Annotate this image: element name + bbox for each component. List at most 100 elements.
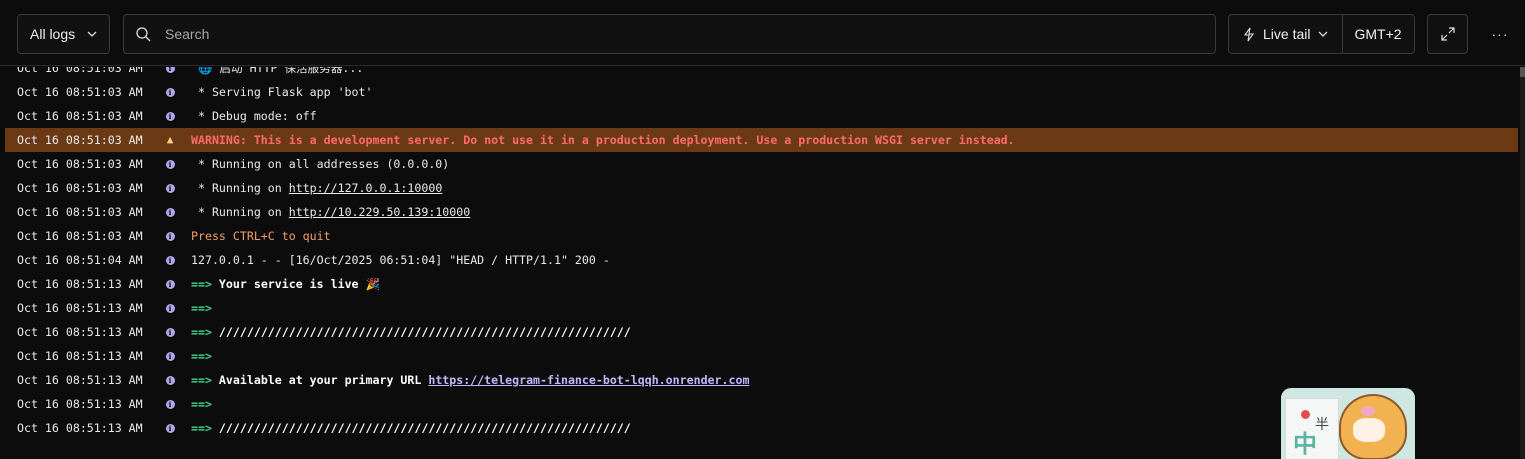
log-timestamp: Oct 16 08:51:13 AM <box>17 325 143 339</box>
log-row[interactable]: Oct 16 08:51:13 AM i ==> /////////////////… <box>5 320 1518 344</box>
info-icon: i <box>164 86 176 98</box>
live-tail-label: Live tail <box>1263 26 1311 42</box>
log-timestamp: Oct 16 08:51:03 AM <box>17 85 143 99</box>
log-row[interactable]: Oct 16 08:51:03 AM i * Running on http://… <box>5 176 1518 200</box>
log-bold-text: ////////////////////////////////////////… <box>211 325 631 339</box>
log-arrow: ==> <box>191 277 212 291</box>
log-row[interactable]: Oct 16 08:51:13 AM i ==> <box>5 296 1518 320</box>
info-icon: i <box>164 254 176 266</box>
log-link[interactable]: http://127.0.0.1:10000 <box>289 181 443 195</box>
live-tail-button[interactable]: Live tail <box>1229 15 1344 53</box>
info-icon: i <box>164 278 176 290</box>
info-dot-glyph: i <box>165 279 175 289</box>
log-toolbar: All logs Live tail GMT+2 ··· <box>0 0 1525 66</box>
log-row[interactable]: Oct 16 08:51:03 AM i Press CTRL+C to quit <box>5 224 1518 248</box>
log-timestamp: Oct 16 08:51:03 AM <box>17 109 143 123</box>
log-message: * Running on http://127.0.0.1:10000 <box>191 181 443 195</box>
log-arrow: ==> <box>191 349 212 363</box>
log-message: * Running on all addresses (0.0.0.0) <box>191 157 450 171</box>
warning-icon: ▲ <box>164 134 176 146</box>
log-arrow: ==> <box>191 373 212 387</box>
log-timestamp: Oct 16 08:51:13 AM <box>17 301 143 315</box>
search-icon <box>136 26 151 41</box>
log-row[interactable]: Oct 16 08:51:03 AM i * Debug mode: off <box>5 104 1518 128</box>
sticker-small-text: 半 <box>1315 417 1329 433</box>
log-row[interactable]: Oct 16 08:51:13 AM i ==> Your service is l… <box>5 272 1518 296</box>
log-timestamp: Oct 16 08:51:03 AM <box>17 157 143 171</box>
log-row[interactable]: Oct 16 08:51:13 AM i ==> <box>5 344 1518 368</box>
log-timestamp: Oct 16 08:51:03 AM <box>17 67 143 75</box>
search-bar[interactable] <box>123 14 1216 54</box>
expand-button[interactable] <box>1427 14 1468 54</box>
log-row[interactable]: Oct 16 08:51:03 AM i * Serving Flask app … <box>5 80 1518 104</box>
log-message: ==> <box>191 397 212 411</box>
info-icon: i <box>164 67 176 74</box>
log-message: 🌐 启动 HTTP 保活服务器... <box>191 67 364 75</box>
log-arrow: ==> <box>191 421 212 435</box>
info-dot-glyph: i <box>165 423 175 433</box>
info-icon: i <box>164 182 176 194</box>
log-row[interactable]: Oct 16 08:51:03 AM i * Running on all add… <box>5 152 1518 176</box>
info-icon: i <box>164 374 176 386</box>
log-message: * Serving Flask app 'bot' <box>191 85 373 99</box>
info-dot-glyph: i <box>165 255 175 265</box>
log-message: ==> ////////////////////////////////////… <box>191 325 631 339</box>
info-icon: i <box>164 398 176 410</box>
lightning-icon <box>1243 27 1255 41</box>
log-arrow: ==> <box>191 301 212 315</box>
log-timestamp: Oct 16 08:51:13 AM <box>17 349 143 363</box>
info-dot-glyph: i <box>165 303 175 313</box>
log-message: WARNING: This is a development server. D… <box>191 133 1015 147</box>
log-row-warning[interactable]: Oct 16 08:51:03 AM ▲ WARNING: This is a de… <box>5 128 1518 152</box>
info-icon: i <box>164 206 176 218</box>
log-arrow: ==> <box>191 325 212 339</box>
log-row[interactable]: Oct 16 08:51:03 AM i 🌐 启动 HTTP 保活服务器... <box>5 67 1518 80</box>
log-message: ==> <box>191 349 212 363</box>
info-icon: i <box>164 158 176 170</box>
cat-face <box>1353 418 1385 442</box>
log-filter-label: All logs <box>30 26 76 42</box>
info-dot-glyph: i <box>165 351 175 361</box>
info-dot-glyph: i <box>165 231 175 241</box>
more-options-button[interactable]: ··· <box>1486 22 1514 46</box>
log-timestamp: Oct 16 08:51:03 AM <box>17 181 143 195</box>
log-message: ==> Available at your primary URL https:… <box>191 373 749 387</box>
scrollbar-thumb[interactable] <box>1520 67 1525 77</box>
info-dot-glyph: i <box>165 399 175 409</box>
log-timestamp: Oct 16 08:51:03 AM <box>17 133 143 147</box>
warning-triangle-glyph: ▲ <box>166 133 174 146</box>
scrollbar-track[interactable] <box>1520 67 1525 459</box>
log-bold-text: Your service is live 🎉 <box>211 277 380 291</box>
info-icon: i <box>164 302 176 314</box>
info-icon: i <box>164 422 176 434</box>
log-arrow: ==> <box>191 397 212 411</box>
log-timestamp: Oct 16 08:51:04 AM <box>17 253 143 267</box>
log-message: ==> <box>191 301 212 315</box>
cat-blush <box>1361 406 1375 416</box>
log-row[interactable]: Oct 16 08:51:03 AM i * Running on http://… <box>5 200 1518 224</box>
info-dot-glyph: i <box>165 67 175 73</box>
sticker-main-text: 中 <box>1293 430 1317 458</box>
chevron-down-icon <box>87 31 97 37</box>
log-timestamp: Oct 16 08:51:13 AM <box>17 373 143 387</box>
info-dot-glyph: i <box>165 375 175 385</box>
log-link[interactable]: http://10.229.50.139:10000 <box>289 205 470 219</box>
log-message: * Running on http://10.229.50.139:10000 <box>191 205 471 219</box>
info-dot-glyph: i <box>165 159 175 169</box>
timezone-label: GMT+2 <box>1354 26 1402 42</box>
log-row[interactable]: Oct 16 08:51:04 AM i 127.0.0.1 - - [16/Oct… <box>5 248 1518 272</box>
service-url-link[interactable]: https://telegram-finance-bot-lqqh.onrend… <box>428 373 749 387</box>
timezone-button[interactable]: GMT+2 <box>1343 15 1412 53</box>
log-filter-dropdown[interactable]: All logs <box>17 14 110 54</box>
info-icon: i <box>164 350 176 362</box>
live-tail-group: Live tail GMT+2 <box>1228 14 1415 54</box>
log-timestamp: Oct 16 08:51:03 AM <box>17 229 143 243</box>
chevron-down-icon <box>1319 31 1328 37</box>
log-timestamp: Oct 16 08:51:13 AM <box>17 397 143 411</box>
log-bold-text: ////////////////////////////////////////… <box>211 421 631 435</box>
log-timestamp: Oct 16 08:51:13 AM <box>17 277 143 291</box>
log-message: 127.0.0.1 - - [16/Oct/2025 06:51:04] "HE… <box>191 253 610 267</box>
log-timestamp: Oct 16 08:51:13 AM <box>17 421 143 435</box>
info-dot-glyph: i <box>165 111 175 121</box>
search-input[interactable] <box>163 25 1203 43</box>
